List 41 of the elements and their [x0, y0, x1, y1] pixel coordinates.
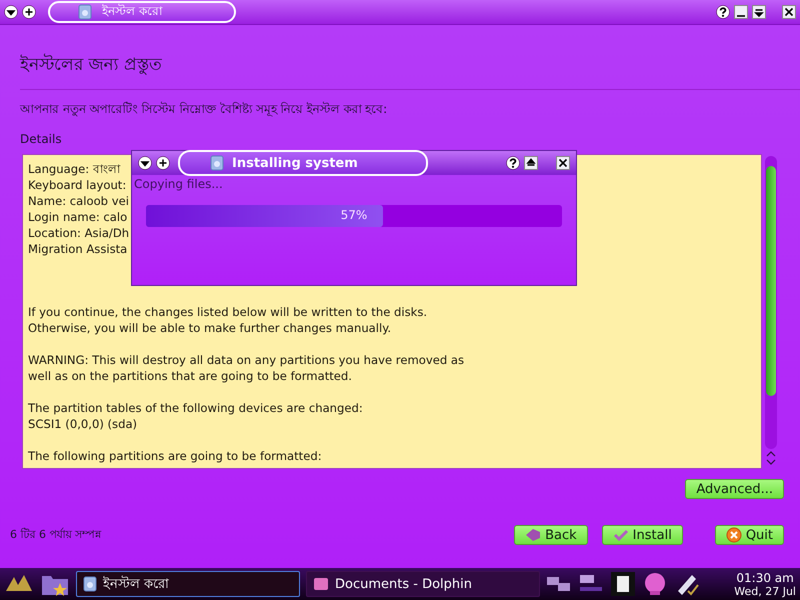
help-icon[interactable]	[506, 156, 520, 170]
checkmark-icon	[612, 528, 629, 542]
clock-date: Wed, 27 Jul	[734, 584, 796, 598]
details-paragraph: Language: বাংলা Keyboard layout: Name: caloob vei Login name: calo Location: Asia/Dh Migration Assista	[28, 161, 130, 257]
advanced-button[interactable]: Advanced...	[685, 479, 784, 499]
dialog-message: Copying files...	[134, 177, 224, 191]
details-paragraph: The following partitions are going to be formatted:	[28, 448, 322, 464]
details-paragraph: The partition tables of the following devices are changed: SCSI1 (0,0,0) (sda)	[28, 400, 363, 432]
taskbar-task[interactable]: Documents - Dolphin	[306, 571, 540, 597]
installer-icon	[83, 576, 97, 592]
network-icon[interactable]	[546, 574, 572, 594]
plus-icon[interactable]	[156, 156, 170, 170]
collapse-icon[interactable]	[4, 5, 18, 19]
close-icon[interactable]	[782, 5, 796, 19]
help-icon[interactable]	[716, 5, 730, 19]
installer-icon	[210, 155, 224, 171]
shade-icon[interactable]	[752, 5, 766, 19]
minimize-icon[interactable]	[734, 5, 748, 19]
shade-icon[interactable]	[524, 156, 538, 170]
window-title-text: ইনস্টল করো	[102, 2, 162, 20]
details-label: Details	[20, 132, 63, 146]
install-button[interactable]: Install	[602, 525, 683, 545]
back-button[interactable]: Back	[514, 525, 588, 545]
cancel-icon	[726, 527, 742, 543]
progress-reading: 57%	[340, 208, 368, 222]
close-icon[interactable]	[556, 156, 570, 170]
step-status: 6 টির 6 পর্যায় সম্পন্ন	[10, 526, 101, 542]
clipboard-icon[interactable]	[610, 571, 636, 597]
installer-icon	[78, 4, 92, 20]
quit-button[interactable]: Quit	[714, 525, 784, 545]
details-paragraph: If you continue, the changes listed below will be written to the disks. Otherwise, you will be able to make further changes manually.	[28, 304, 428, 336]
intro-text: আপনার নতুন অপারেটিং সিস্টেম নিম্নোক্ত বৈশিষ্ট্য সমূহ নিয়ে ইনস্টল করা হবে:	[20, 100, 388, 118]
details-paragraph: WARNING: This will destroy all data on any partitions you have removed as well as on the partitions that are going to be formatted.	[28, 352, 464, 384]
folder-icon	[313, 576, 329, 592]
collapse-icon[interactable]	[138, 156, 152, 170]
plus-icon[interactable]	[22, 5, 36, 19]
scroll-arrows-icon[interactable]	[765, 449, 777, 467]
taskbar-task[interactable]: ইনস্টল করো	[76, 571, 300, 597]
clock-time: 01:30 am	[736, 570, 794, 584]
page-heading: ইনস্টলের জন্য প্রস্তুত	[20, 51, 800, 90]
dialog-title-text: Installing system	[232, 156, 358, 170]
